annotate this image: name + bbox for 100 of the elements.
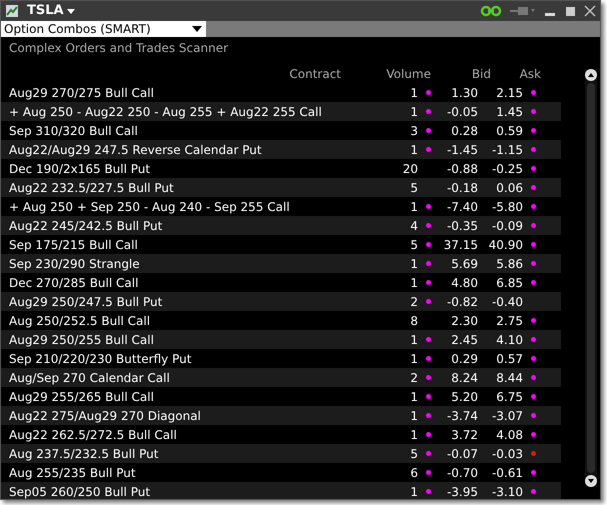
- table-cell-text: 2: [409, 296, 418, 308]
- table-cell-text: 1: [409, 334, 418, 346]
- table-cell-text: 2.30: [450, 314, 478, 326]
- column-header[interactable]: Volume: [341, 68, 431, 80]
- table-row[interactable]: + Aug 250 - Aug22 250 - Aug 255 + Aug22 255 Call 1 -0.05 1.45: [1, 102, 561, 121]
- table-cell-text: 0.06: [495, 182, 523, 194]
- table-cell-text: -0.35: [446, 220, 478, 232]
- table-cell-text: 3.72: [450, 428, 478, 440]
- table-cell-text: Sep 175/215 Bull Call: [8, 238, 139, 250]
- table-cell-text: Aug29 270/275 Bull Call: [8, 86, 155, 98]
- table-cell-text: 1: [409, 410, 418, 422]
- table-cell-text: 1: [409, 258, 418, 270]
- table-cell-text: 2.45: [450, 334, 478, 346]
- table-row[interactable]: Aug 237.5/232.5 Bull Put 5 -0.07 -0.03: [1, 444, 561, 463]
- table-cell-text: 0.28: [450, 124, 478, 136]
- table-cell-text: Aug 250/252.5 Bull Call: [8, 314, 152, 326]
- table-cell-text: Dec 270/285 Bull Call: [8, 276, 140, 288]
- table-cell-text: 37.15: [442, 238, 478, 250]
- table-cell-text: 6: [409, 466, 418, 478]
- table-cell-text: -3.95: [446, 486, 478, 498]
- maximize-icon[interactable]: [564, 5, 576, 17]
- table-cell-text: -0.40: [490, 296, 523, 308]
- table-row[interactable]: Aug22/Aug29 247.5 Reverse Calendar Put 1 -1.45 -1.15: [1, 140, 561, 159]
- table-row[interactable]: Sep 230/290 Strangle 1 5.69 5.86: [1, 254, 561, 273]
- table-cell-text: Aug22 232.5/227.5 Bull Put: [8, 182, 175, 194]
- column-header[interactable]: Contract: [1, 68, 341, 80]
- chart-app-icon: [5, 4, 19, 18]
- table-cell-text: 4.08: [495, 428, 523, 440]
- table-cell-text: 5.20: [450, 390, 478, 402]
- table-cell-text: 40.90: [488, 238, 523, 250]
- pin-icon[interactable]: [510, 5, 536, 17]
- table-cell-text: 0.57: [495, 352, 523, 364]
- table-cell-text: 1.30: [450, 86, 478, 98]
- table-row[interactable]: Sep05 260/250 Bull Put 1 -3.95 -3.10: [1, 482, 561, 499]
- table-cell-text: Aug22/Aug29 247.5 Reverse Calendar Put: [8, 144, 263, 156]
- table-cell-text: 3: [409, 124, 418, 136]
- table-cell-text: 4: [409, 220, 418, 232]
- scrollbar[interactable]: [585, 69, 597, 487]
- column-header[interactable]: Ask: [491, 68, 541, 80]
- table-cell-text: 1: [409, 486, 418, 498]
- table-cell-text: Sep 230/290 Strangle: [8, 258, 141, 270]
- table-cell-text: + Aug 250 - Aug22 250 - Aug 255 + Aug22 255 Call: [8, 106, 323, 118]
- table-cell-text: -0.07: [446, 448, 478, 460]
- table-cell-text: -3.07: [490, 410, 523, 422]
- table-cell-text: -3.74: [446, 410, 478, 422]
- scanner-subtitle: Complex Orders and Trades Scanner: [8, 40, 230, 57]
- table-cell-text: Sep 310/320 Bull Call: [8, 124, 139, 136]
- table-cell-text: 20: [402, 162, 418, 174]
- table-cell-text: 6.85: [495, 276, 523, 288]
- table-cell-text: -0.25: [490, 162, 523, 174]
- table-cell-text: 1: [409, 144, 418, 156]
- table-row[interactable]: Aug29 250/247.5 Bull Put 2 -0.82 -0.40: [1, 292, 561, 311]
- table-cell-text: 4.10: [495, 334, 523, 346]
- table-cell-text: -5.80: [490, 200, 523, 212]
- table-cell-text: 5: [409, 448, 418, 460]
- table-cell-text: Aug22 275/Aug29 270 Diagonal: [8, 410, 202, 422]
- table-cell-text: 8: [409, 314, 418, 326]
- table-cell-text: Aug29 250/255 Bull Call: [8, 334, 155, 346]
- table-cell-text: 8.44: [495, 372, 523, 384]
- scroll-up-icon[interactable]: [585, 69, 597, 81]
- table-cell-text: -0.61: [490, 466, 523, 478]
- table-row[interactable]: Aug/Sep 270 Calendar Call 2 8.24 8.44: [1, 368, 561, 387]
- scroll-thumb[interactable]: [587, 83, 595, 473]
- table-cell-text: Aug22 262.5/272.5 Bull Call: [8, 428, 178, 440]
- link-icon[interactable]: [480, 5, 502, 17]
- table-cell-text: 5: [409, 238, 418, 250]
- table-cell-text: 5.69: [450, 258, 478, 270]
- table-cell-text: 2: [409, 372, 418, 384]
- table-cell-text: -0.70: [446, 466, 478, 478]
- table-cell-text: 0.59: [495, 124, 523, 136]
- caret-icon: [66, 8, 75, 14]
- table-cell-text: -0.18: [446, 182, 478, 194]
- table-cell-text: Aug/Sep 270 Calendar Call: [8, 372, 171, 384]
- table-cell-text: Aug 255/235 Bull Put: [8, 466, 137, 478]
- table-cell-text: 1.45: [495, 106, 523, 118]
- column-header[interactable]: Bid: [431, 68, 491, 80]
- table-cell-text: + Aug 250 + Sep 250 - Aug 240 - Sep 255 Call: [8, 200, 291, 212]
- table-cell-text: 1: [409, 352, 418, 364]
- table-cell-text: -1.45: [446, 144, 478, 156]
- table-row[interactable]: Aug22 275/Aug29 270 Diagonal 1 -3.74 -3.07: [1, 406, 561, 425]
- table-cell-text: 0.29: [450, 352, 478, 364]
- table-row[interactable]: Aug22 232.5/227.5 Bull Put 5 -0.18 0.06: [1, 178, 561, 197]
- table-row[interactable]: Aug29 250/255 Bull Call 1 2.45 4.10: [1, 330, 561, 349]
- table-cell-text: -7.40: [446, 200, 478, 212]
- table-cell-text: Sep 210/220/230 Butterfly Put: [8, 352, 192, 364]
- scroll-down-icon[interactable]: [585, 475, 597, 487]
- window-title[interactable]: TSLA: [27, 1, 75, 21]
- table-cell-text: 1: [409, 200, 418, 212]
- table-cell-text: -0.09: [490, 220, 523, 232]
- close-icon[interactable]: [584, 5, 596, 17]
- table-cell-text: 2.75: [495, 314, 523, 326]
- table-cell-text: -0.88: [446, 162, 478, 174]
- scanner-dropdown[interactable]: Option Combos (SMART): [1, 21, 206, 37]
- table-cell-text: -0.03: [490, 448, 523, 460]
- table-cell-text: 8.24: [450, 372, 478, 384]
- table-row[interactable]: Aug22 245/242.5 Bull Put 4 -0.35 -0.09: [1, 216, 561, 235]
- table-cell-text: -3.10: [490, 486, 523, 498]
- table-cell-text: Sep05 260/250 Bull Put: [8, 486, 152, 498]
- table-cell-text: Aug29 250/247.5 Bull Put: [8, 296, 164, 308]
- table-cell-text: 4.80: [450, 276, 478, 288]
